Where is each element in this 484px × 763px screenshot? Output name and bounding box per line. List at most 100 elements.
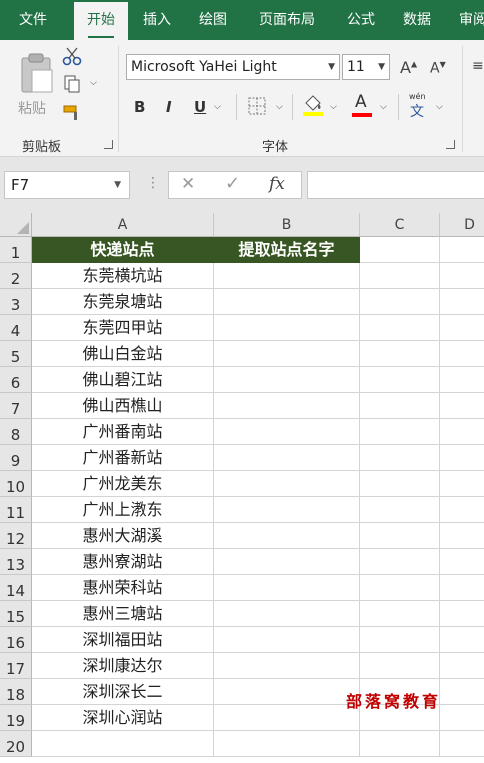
- cell-d8[interactable]: [440, 419, 484, 445]
- shrink-font-button[interactable]: A▼: [430, 60, 446, 77]
- cell-c9[interactable]: [360, 445, 440, 471]
- tab-2[interactable]: 插入: [130, 0, 184, 40]
- tab-1[interactable]: 开始: [74, 2, 128, 40]
- column-header-c[interactable]: C: [360, 213, 440, 237]
- font-color-dropdown-icon[interactable]: ⌵: [380, 102, 387, 112]
- font-name-select[interactable]: Microsoft YaHei Light ▼: [126, 54, 340, 80]
- phonetic-dropdown-icon[interactable]: ⌵: [436, 102, 443, 112]
- cell-d4[interactable]: [440, 315, 484, 341]
- borders-icon[interactable]: [248, 97, 266, 115]
- cell-a17[interactable]: 深圳康达尔: [32, 653, 214, 679]
- grow-font-button[interactable]: A▲: [400, 58, 417, 77]
- row-header[interactable]: 9: [0, 445, 32, 471]
- cell-d3[interactable]: [440, 289, 484, 315]
- paste-button[interactable]: 粘贴: [12, 48, 58, 120]
- row-header[interactable]: 5: [0, 341, 32, 367]
- cell-a11[interactable]: 广州上漖东: [32, 497, 214, 523]
- tab-7[interactable]: 审阅: [446, 0, 484, 40]
- cell-c13[interactable]: [360, 549, 440, 575]
- cell-b17[interactable]: [214, 653, 360, 679]
- cell-c10[interactable]: [360, 471, 440, 497]
- cell-a19[interactable]: 深圳心润站: [32, 705, 214, 731]
- copy-icon[interactable]: [62, 74, 82, 94]
- cell-b16[interactable]: [214, 627, 360, 653]
- row-header[interactable]: 4: [0, 315, 32, 341]
- row-header[interactable]: 20: [0, 731, 32, 757]
- clipboard-launcher-icon[interactable]: [104, 140, 113, 149]
- cell-c16[interactable]: [360, 627, 440, 653]
- cell-b19[interactable]: [214, 705, 360, 731]
- format-painter-icon[interactable]: [62, 104, 84, 122]
- cell-c17[interactable]: [360, 653, 440, 679]
- cell-d16[interactable]: [440, 627, 484, 653]
- cell-a1[interactable]: 快递站点: [32, 237, 214, 263]
- cell-a14[interactable]: 惠州荣科站: [32, 575, 214, 601]
- cell-d17[interactable]: [440, 653, 484, 679]
- cell-d11[interactable]: [440, 497, 484, 523]
- cell-b1[interactable]: 提取站点名字: [214, 237, 360, 263]
- tab-0[interactable]: 文件: [0, 0, 66, 40]
- row-header[interactable]: 2: [0, 263, 32, 289]
- cell-b10[interactable]: [214, 471, 360, 497]
- bold-button[interactable]: B: [134, 98, 145, 116]
- cell-d7[interactable]: [440, 393, 484, 419]
- row-header[interactable]: 17: [0, 653, 32, 679]
- align-top-icon[interactable]: ≡: [472, 58, 484, 74]
- underline-button[interactable]: U: [194, 98, 206, 116]
- cell-a7[interactable]: 佛山西樵山: [32, 393, 214, 419]
- cell-b3[interactable]: [214, 289, 360, 315]
- cell-a15[interactable]: 惠州三塘站: [32, 601, 214, 627]
- font-launcher-icon[interactable]: [446, 140, 455, 149]
- enter-button[interactable]: ✓: [225, 173, 240, 194]
- cell-d13[interactable]: [440, 549, 484, 575]
- tab-5[interactable]: 公式: [334, 0, 388, 40]
- cell-c6[interactable]: [360, 367, 440, 393]
- cell-d5[interactable]: [440, 341, 484, 367]
- cell-b12[interactable]: [214, 523, 360, 549]
- cell-a2[interactable]: 东莞横坑站: [32, 263, 214, 289]
- cell-c5[interactable]: [360, 341, 440, 367]
- cell-c20[interactable]: [360, 731, 440, 757]
- cell-b6[interactable]: [214, 367, 360, 393]
- cell-c12[interactable]: [360, 523, 440, 549]
- cell-a4[interactable]: 东莞四甲站: [32, 315, 214, 341]
- cell-c11[interactable]: [360, 497, 440, 523]
- cell-a12[interactable]: 惠州大湖溪: [32, 523, 214, 549]
- cell-b14[interactable]: [214, 575, 360, 601]
- font-color-button[interactable]: A: [352, 92, 374, 118]
- cell-b8[interactable]: [214, 419, 360, 445]
- cancel-button[interactable]: ✕: [181, 174, 195, 194]
- cell-a8[interactable]: 广州番南站: [32, 419, 214, 445]
- row-header[interactable]: 11: [0, 497, 32, 523]
- row-header[interactable]: 12: [0, 523, 32, 549]
- row-header[interactable]: 13: [0, 549, 32, 575]
- cell-c15[interactable]: [360, 601, 440, 627]
- cell-a6[interactable]: 佛山碧江站: [32, 367, 214, 393]
- cell-d14[interactable]: [440, 575, 484, 601]
- cell-d18[interactable]: [440, 679, 484, 705]
- cell-b2[interactable]: [214, 263, 360, 289]
- cell-c4[interactable]: [360, 315, 440, 341]
- cell-b18[interactable]: [214, 679, 360, 705]
- row-header[interactable]: 18: [0, 679, 32, 705]
- cell-b15[interactable]: [214, 601, 360, 627]
- cell-d15[interactable]: [440, 601, 484, 627]
- column-header-d[interactable]: D: [440, 213, 484, 237]
- cell-d12[interactable]: [440, 523, 484, 549]
- cell-c14[interactable]: [360, 575, 440, 601]
- cell-b5[interactable]: [214, 341, 360, 367]
- row-header[interactable]: 19: [0, 705, 32, 731]
- cell-a5[interactable]: 佛山白金站: [32, 341, 214, 367]
- cell-b4[interactable]: [214, 315, 360, 341]
- column-header-a[interactable]: A: [32, 213, 214, 237]
- fill-color-icon[interactable]: [302, 93, 324, 117]
- row-header[interactable]: 14: [0, 575, 32, 601]
- cell-c1[interactable]: [360, 237, 440, 263]
- cell-b11[interactable]: [214, 497, 360, 523]
- select-all-button[interactable]: [0, 213, 32, 237]
- tab-3[interactable]: 绘图: [186, 0, 240, 40]
- cell-c7[interactable]: [360, 393, 440, 419]
- cell-a18[interactable]: 深圳深长二: [32, 679, 214, 705]
- phonetic-guide-button[interactable]: wén 文: [408, 92, 430, 120]
- fill-color-dropdown-icon[interactable]: ⌵: [330, 102, 337, 112]
